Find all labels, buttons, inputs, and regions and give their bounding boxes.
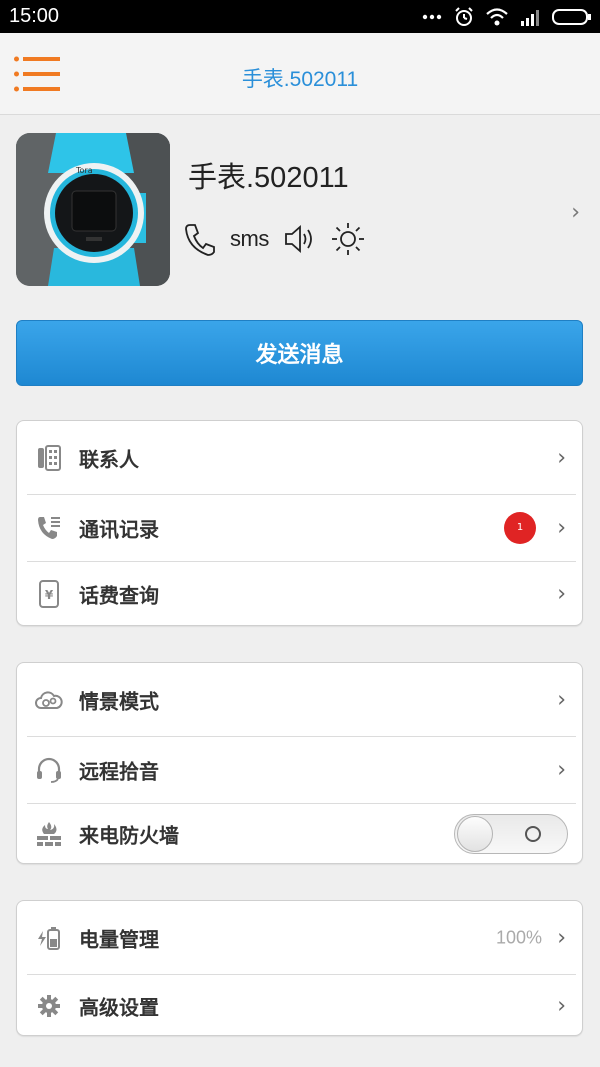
- battery-icon: [552, 8, 592, 26]
- battery-level-value: 100%: [495, 927, 542, 947]
- chevron-right-icon: ›: [557, 581, 566, 607]
- menu-item-contacts[interactable]: 联系人 ›: [17, 421, 582, 494]
- chevron-right-icon: ›: [557, 925, 566, 950]
- menu-item-battery[interactable]: 电量管理 100% ›: [17, 901, 582, 974]
- call-button[interactable]: [184, 219, 216, 259]
- app-header: 手表.502011: [0, 33, 600, 115]
- menu-item-label: 联系人: [79, 447, 139, 471]
- menu-item-label: 话费查询: [79, 583, 159, 608]
- sms-button[interactable]: sms: [230, 219, 269, 259]
- device-card[interactable]: Tora 手表.502011 sms ›: [0, 116, 600, 306]
- menu-item-call-firewall: 来电防火墙: [17, 803, 582, 865]
- status-bar: 15:00: [0, 0, 600, 33]
- battery-charge-icon: [35, 924, 63, 952]
- device-chevron-icon: ›: [571, 200, 580, 225]
- menu-item-label: 通讯记录: [79, 517, 159, 541]
- page-title: 手表.502011: [241, 68, 359, 91]
- toggle-off-icon: [525, 826, 541, 842]
- menu-item-label: 高级设置: [79, 995, 159, 1019]
- contacts-phone-icon: [35, 444, 63, 472]
- chevron-right-icon: ›: [557, 757, 566, 782]
- chevron-right-icon: ›: [557, 515, 566, 540]
- menu-item-advanced-settings[interactable]: 高级设置 ›: [17, 974, 582, 1037]
- signal-icon: [520, 8, 540, 26]
- wifi-icon: [486, 8, 508, 26]
- brightness-button[interactable]: [331, 219, 365, 259]
- sound-button[interactable]: [283, 219, 317, 259]
- send-message-button[interactable]: 发送消息: [16, 320, 583, 386]
- notification-badge: 1: [504, 511, 536, 544]
- phone-icon: [185, 224, 215, 256]
- chevron-right-icon: ›: [557, 993, 566, 1018]
- sun-icon: [331, 223, 364, 255]
- status-time: 15:00: [9, 5, 60, 27]
- firewall-toggle[interactable]: [454, 814, 568, 854]
- chevron-right-icon: ›: [557, 687, 566, 712]
- menu-group-device: 电量管理 100% › 高级设置 ›: [16, 900, 583, 1036]
- call-log-icon: [35, 514, 63, 542]
- menu-group-modes: 情景模式 › 远程拾音 › 来电防火墙: [16, 662, 583, 864]
- alarm-icon: [454, 7, 474, 27]
- menu-item-label: 电量管理: [79, 927, 159, 951]
- menu-item-call-log[interactable]: 通讯记录 1 ›: [17, 494, 582, 561]
- gear-icon: [35, 992, 63, 1020]
- firewall-icon: [35, 820, 63, 848]
- device-photo: Tora: [16, 133, 170, 286]
- device-name: 手表.502011: [188, 162, 349, 194]
- menu-item-phone-bill[interactable]: ¥ 话费查询 ›: [17, 561, 582, 627]
- menu-item-scene-mode[interactable]: 情景模式 ›: [17, 663, 582, 736]
- toggle-knob: [457, 816, 493, 852]
- menu-item-label: 来电防火墙: [79, 823, 179, 848]
- more-dots-icon: [422, 14, 442, 20]
- headset-icon: [35, 756, 63, 784]
- phone-bill-icon: ¥: [35, 580, 63, 608]
- menu-group-communication: 联系人 › 通讯记录 1 › ¥ 话费查询 ›: [16, 420, 583, 626]
- menu-item-label: 远程拾音: [79, 759, 159, 783]
- chevron-right-icon: ›: [557, 445, 566, 470]
- svg-text:Tora: Tora: [75, 166, 93, 175]
- status-icons: [422, 6, 592, 28]
- scene-mode-icon: [35, 686, 63, 714]
- svg-text:¥: ¥: [45, 588, 54, 602]
- speaker-icon: [284, 225, 312, 253]
- menu-item-label: 情景模式: [79, 689, 159, 713]
- device-quick-actions: sms: [184, 219, 365, 259]
- menu-item-remote-listen[interactable]: 远程拾音 ›: [17, 736, 582, 803]
